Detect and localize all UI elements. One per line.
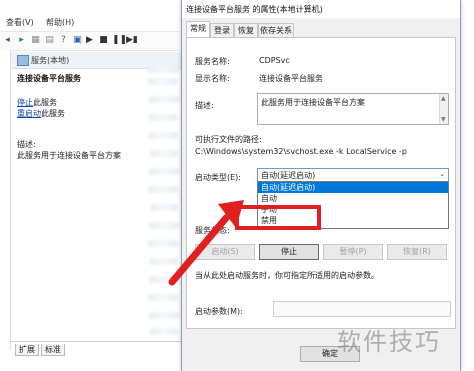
dialog-title: 连接设备平台服务 的属性(本地计算机) bbox=[186, 5, 323, 14]
restart-icon[interactable]: ▶▮ bbox=[126, 35, 138, 46]
list-item[interactable] bbox=[150, 328, 178, 335]
description-value: 此服务用于连接设备平台方案 bbox=[261, 98, 365, 107]
tab-recovery[interactable]: 恢复 bbox=[234, 23, 258, 38]
watermark: 软件技巧 bbox=[337, 328, 441, 356]
tab-logon[interactable]: 登录 bbox=[210, 23, 234, 38]
chevron-down-icon[interactable]: ⌄ bbox=[439, 170, 445, 178]
toolbar: ◂ ▸ ▦ ▤ ? ▣ ▶ ■ ❚❚ ▶▮ bbox=[0, 31, 180, 51]
list-item[interactable] bbox=[149, 312, 179, 319]
list-item[interactable] bbox=[149, 168, 179, 175]
restart-link[interactable]: 重启动 bbox=[17, 109, 41, 118]
description-label: 描述: bbox=[195, 101, 214, 110]
back-icon[interactable]: ◂ bbox=[2, 35, 13, 46]
dialog-titlebar[interactable]: 连接设备平台服务 的属性(本地计算机) bbox=[182, 0, 460, 18]
export-icon[interactable]: ▤ bbox=[44, 35, 55, 46]
service-title: 连接设备平台服务 bbox=[17, 74, 81, 83]
service-name-label: 服务名称: bbox=[195, 57, 230, 66]
tab-extended[interactable]: 扩展 bbox=[15, 344, 39, 356]
resume-button[interactable]: 恢复(R) bbox=[387, 244, 447, 260]
forward-icon[interactable]: ▸ bbox=[16, 35, 27, 46]
desc-label: 描述: bbox=[17, 140, 36, 149]
view-tabs: 扩展 标准 bbox=[11, 341, 181, 356]
startup-type-value: 自动(延迟启动) bbox=[261, 171, 316, 180]
menu-help[interactable]: 帮助(H) bbox=[46, 17, 74, 28]
tab-dependencies[interactable]: 依存关系 bbox=[258, 23, 294, 38]
list-item[interactable] bbox=[149, 114, 177, 121]
restart-suffix: 此服务 bbox=[41, 109, 65, 118]
description-box[interactable]: 此服务用于连接设备平台方案 ▲ ▼ bbox=[257, 93, 449, 125]
start-params-label: 启动参数(M): bbox=[195, 307, 243, 316]
list-item[interactable] bbox=[147, 78, 177, 85]
display-name-label: 显示名称: bbox=[195, 74, 230, 83]
menu-bar: 查看(V) 帮助(H) bbox=[0, 14, 180, 30]
properties-dialog: 连接设备平台服务 的属性(本地计算机) 常规 登录 恢复 依存关系 服务名称: … bbox=[181, 0, 461, 371]
stop-icon[interactable]: ■ bbox=[98, 35, 109, 46]
arrow-icon bbox=[168, 200, 244, 286]
stop-link[interactable]: 停止 bbox=[17, 98, 33, 107]
option-auto-delayed[interactable]: 自动(延迟启动) bbox=[258, 182, 448, 193]
scroll-up-icon[interactable]: ▲ bbox=[441, 95, 446, 102]
desc-text: 此服务用于连接设备平台方案 bbox=[17, 151, 121, 160]
services-header-label: 服务(本地) bbox=[31, 56, 70, 65]
startup-type-label: 启动类型(E): bbox=[195, 173, 241, 182]
list-item[interactable] bbox=[148, 132, 178, 139]
scroll-down-icon[interactable]: ▼ bbox=[441, 116, 446, 123]
exe-path-label: 可执行文件的路径: bbox=[195, 135, 262, 144]
window-icon[interactable]: ▣ bbox=[72, 35, 83, 46]
help-icon[interactable]: ? bbox=[58, 35, 69, 46]
play-icon[interactable]: ▶ bbox=[84, 35, 95, 46]
services-icon bbox=[17, 55, 29, 66]
menu-view[interactable]: 查看(V) bbox=[6, 17, 34, 28]
description-scrollbar[interactable]: ▲ ▼ bbox=[439, 94, 448, 124]
startup-type-select[interactable]: 自动(延迟启动) ⌄ bbox=[257, 168, 449, 182]
stop-button[interactable]: 停止 bbox=[259, 244, 319, 260]
dialog-tabs: 常规 登录 恢复 依存关系 bbox=[182, 20, 460, 39]
stop-line: 停止此服务 bbox=[17, 97, 57, 108]
stop-suffix: 此服务 bbox=[33, 98, 57, 107]
restart-line: 重启动此服务 bbox=[17, 108, 65, 119]
service-name-value: CDPSvc bbox=[259, 56, 290, 65]
list-item[interactable] bbox=[148, 294, 178, 301]
pause-button[interactable]: 暂停(P) bbox=[323, 244, 383, 260]
pause-icon[interactable]: ❚❚ bbox=[112, 35, 127, 46]
grid-icon[interactable]: ▦ bbox=[30, 35, 41, 46]
display-name-value: 连接设备平台服务 bbox=[259, 74, 323, 83]
list-item[interactable] bbox=[149, 96, 179, 103]
option-auto[interactable]: 自动 bbox=[258, 193, 448, 204]
tab-standard[interactable]: 标准 bbox=[41, 344, 65, 356]
start-params-input[interactable] bbox=[273, 301, 451, 317]
tree-pane bbox=[0, 50, 11, 350]
exe-path-value: C:\Windows\system32\svchost.exe -k Local… bbox=[195, 147, 407, 156]
list-item[interactable] bbox=[150, 150, 178, 157]
list-item[interactable] bbox=[147, 66, 179, 73]
